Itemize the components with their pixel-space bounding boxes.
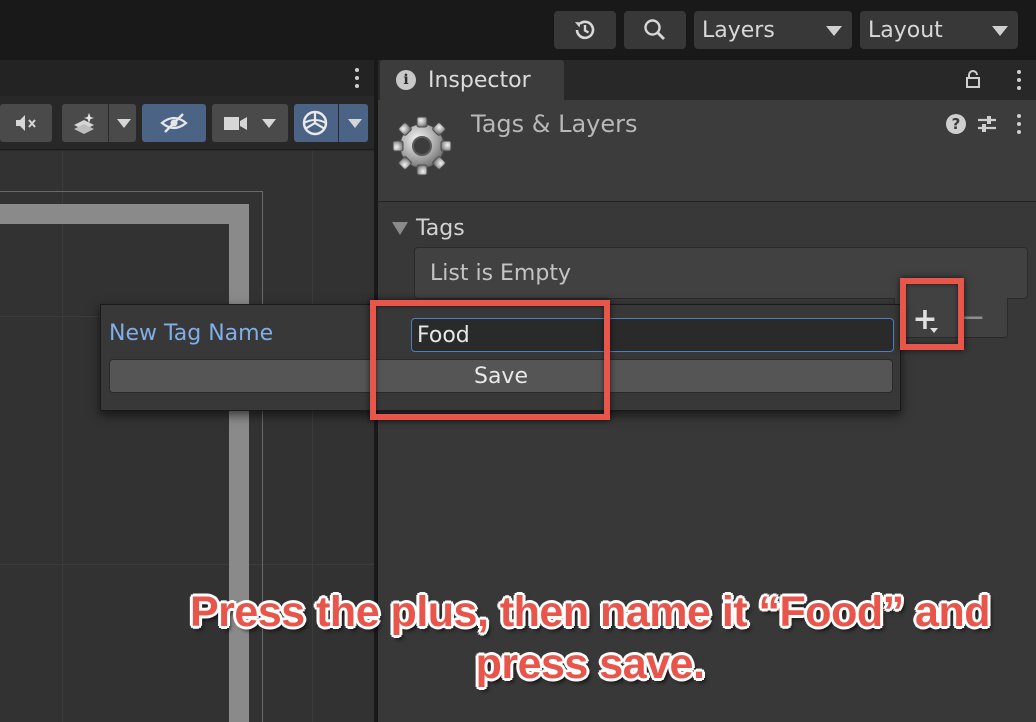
empty-list-text: List is Empty: [430, 260, 571, 286]
more-options-icon[interactable]: [1016, 70, 1022, 90]
audio-mute-icon: [16, 115, 36, 131]
foldout-arrow-icon: [392, 222, 408, 235]
scene-toolbar: [0, 96, 374, 150]
effects-button[interactable]: [62, 104, 136, 142]
search-icon: [644, 19, 665, 40]
help-icon[interactable]: ?: [946, 114, 966, 134]
inspector-header: Tags & Layers ?: [378, 100, 1036, 202]
layers-dropdown-label: Layers: [702, 17, 775, 43]
chevron-down-icon: [262, 119, 276, 128]
presets-icon[interactable]: [976, 113, 998, 135]
scene-tab-bar: [0, 60, 374, 96]
effects-icon: [74, 113, 94, 134]
instruction-caption: Press the plus, then name it “Food” and …: [190, 588, 991, 688]
input-save-highlight: [370, 300, 610, 420]
inspector-title: Tags & Layers: [471, 110, 638, 138]
plus-button-highlight: [900, 278, 964, 350]
tags-foldout-label: Tags: [416, 216, 465, 241]
new-tag-name-label: New Tag Name: [109, 321, 274, 346]
chevron-down-icon: [117, 119, 131, 128]
layout-dropdown-label: Layout: [868, 17, 943, 43]
minus-icon: −: [960, 299, 986, 335]
audio-mute-button[interactable]: [0, 104, 52, 142]
tab-inspector-label: Inspector: [428, 67, 531, 93]
tab-inspector[interactable]: i Inspector: [380, 60, 564, 100]
tags-foldout[interactable]: Tags: [392, 216, 465, 241]
top-toolbar: Layers Layout: [0, 0, 1036, 60]
gizmos-icon: [302, 110, 328, 136]
history-button[interactable]: [554, 11, 616, 49]
camera-button[interactable]: [212, 104, 288, 142]
chevron-down-icon: [826, 26, 842, 36]
more-options-icon[interactable]: [1016, 114, 1022, 134]
gear-icon: [392, 116, 452, 176]
more-options-icon[interactable]: [354, 68, 360, 88]
layout-dropdown[interactable]: Layout: [860, 11, 1018, 49]
gizmos-button[interactable]: [294, 104, 368, 142]
hidden-objects-icon: [160, 113, 188, 133]
chevron-down-icon: [348, 119, 362, 128]
layers-dropdown[interactable]: Layers: [694, 11, 852, 49]
info-icon: i: [396, 70, 416, 90]
hidden-objects-toggle[interactable]: [142, 104, 206, 142]
search-button[interactable]: [624, 11, 686, 49]
chevron-down-icon: [992, 26, 1008, 36]
history-icon: [575, 20, 595, 40]
lock-icon[interactable]: [964, 70, 982, 88]
camera-icon: [224, 117, 247, 130]
inspector-tab-bar: i Inspector: [378, 60, 1036, 100]
